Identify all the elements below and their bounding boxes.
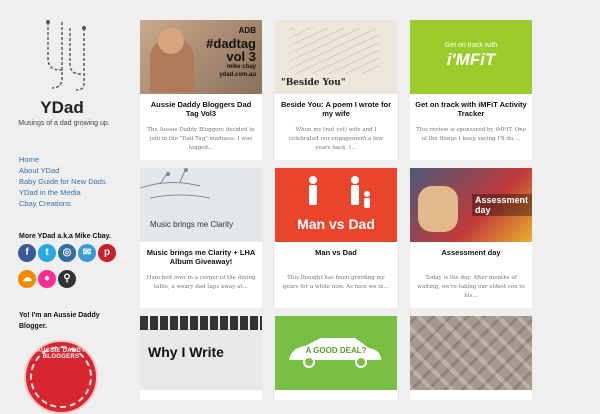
pinterest-icon[interactable]: p (98, 244, 116, 262)
post-thumbnail[interactable] (410, 316, 532, 390)
post-card[interactable]: Why I Write (140, 316, 262, 400)
post-thumbnail[interactable]: Get on track with i'MFiT (410, 20, 532, 94)
post-thumbnail[interactable]: Why I Write (140, 316, 262, 390)
soundcloud-icon[interactable]: ☁ (18, 270, 36, 288)
post-title[interactable]: Beside You: A poem I wrote for my wife (279, 100, 393, 118)
flickr-icon[interactable]: ● (38, 270, 56, 288)
menu-item-baby-guide[interactable]: Baby Guide for New Dads (19, 176, 106, 187)
site-tagline: Musings of a dad growing up. (18, 120, 110, 127)
instagram-icon[interactable]: ◎ (58, 244, 76, 262)
post-excerpt: Today is the day. After months of waitin… (417, 275, 525, 299)
post-thumbnail[interactable]: Assessment day (410, 168, 532, 242)
post-thumbnail[interactable]: A GOOD DEAL? (275, 316, 397, 390)
post-thumbnail[interactable]: Man vs Dad (275, 168, 397, 242)
post-card[interactable]: A GOOD DEAL? (275, 316, 397, 400)
post-card[interactable] (410, 316, 532, 400)
social-widget-title: More YDad a.k.a Mike Cbay. (19, 233, 111, 240)
post-thumbnail[interactable]: Music brings me Clarity (140, 168, 262, 242)
post-title[interactable]: Aussie Daddy Bloggers Dad Tag Vol3 (144, 100, 258, 118)
post-card[interactable]: "Beside You" Beside You: A poem I wrote … (275, 20, 397, 160)
sidebar: YDad Musings of a dad growing up. Home A… (0, 0, 128, 414)
facebook-icon[interactable]: f (18, 244, 36, 262)
post-thumbnail[interactable]: "Beside You" (275, 20, 397, 94)
site-title[interactable]: YDad (0, 98, 124, 118)
post-excerpt: The Aussie Daddy Bloggers decided to joi… (147, 127, 255, 151)
site-logo[interactable] (40, 18, 96, 92)
post-excerpt: When my (not yet) wife and I celebrated … (288, 127, 384, 151)
post-excerpt: This thought has been grinding my gears … (283, 275, 389, 290)
post-card[interactable]: ADB #dadtag vol 3 mike cbay ydad.com.au … (140, 20, 262, 160)
twitter-icon[interactable]: t (38, 244, 56, 262)
post-card[interactable]: Get on track with i'MFiT Get on track wi… (410, 20, 532, 160)
post-title[interactable]: Get on track with iMFiT Activity Tracker (414, 100, 528, 118)
post-card[interactable]: Man vs Dad Man vs Dad This thought has b… (275, 168, 397, 308)
email-icon[interactable]: ✉ (78, 244, 96, 262)
aussie-daddy-bloggers-badge[interactable]: AUSSIE DADDY BLOGGERS (24, 340, 98, 414)
post-card[interactable]: Assessment day Assessment day Today is t… (410, 168, 532, 308)
post-excerpt: Hunched over in a corner of the dining t… (146, 275, 256, 290)
menu-item-media[interactable]: YDad in the Media (19, 187, 106, 198)
post-title[interactable]: Assessment day (414, 248, 528, 257)
post-thumbnail[interactable]: ADB #dadtag vol 3 mike cbay ydad.com.au (140, 20, 262, 94)
badge-text: AUSSIE DADDY BLOGGERS (36, 348, 86, 360)
menu-item-home[interactable]: Home (19, 154, 106, 165)
post-card[interactable]: Music brings me Clarity Music brings me … (140, 168, 262, 308)
aussie-widget-title: Yo! I'm an Aussie Daddy Blogger. (19, 312, 100, 330)
social-icons: f t ◎ ✉ p ☁ ● ⚲ (18, 244, 128, 296)
post-title[interactable]: Man vs Dad (279, 248, 393, 257)
search-icon[interactable]: ⚲ (58, 270, 76, 288)
post-title[interactable]: Music brings me Clarity + LHA Album Give… (144, 248, 258, 266)
post-excerpt: This review is sponsored by iMFiT. One o… (416, 127, 526, 142)
main-menu: Home About YDad Baby Guide for New Dads … (19, 154, 106, 209)
menu-item-cbay[interactable]: Cbay Creations (19, 198, 106, 209)
menu-item-about[interactable]: About YDad (19, 165, 106, 176)
